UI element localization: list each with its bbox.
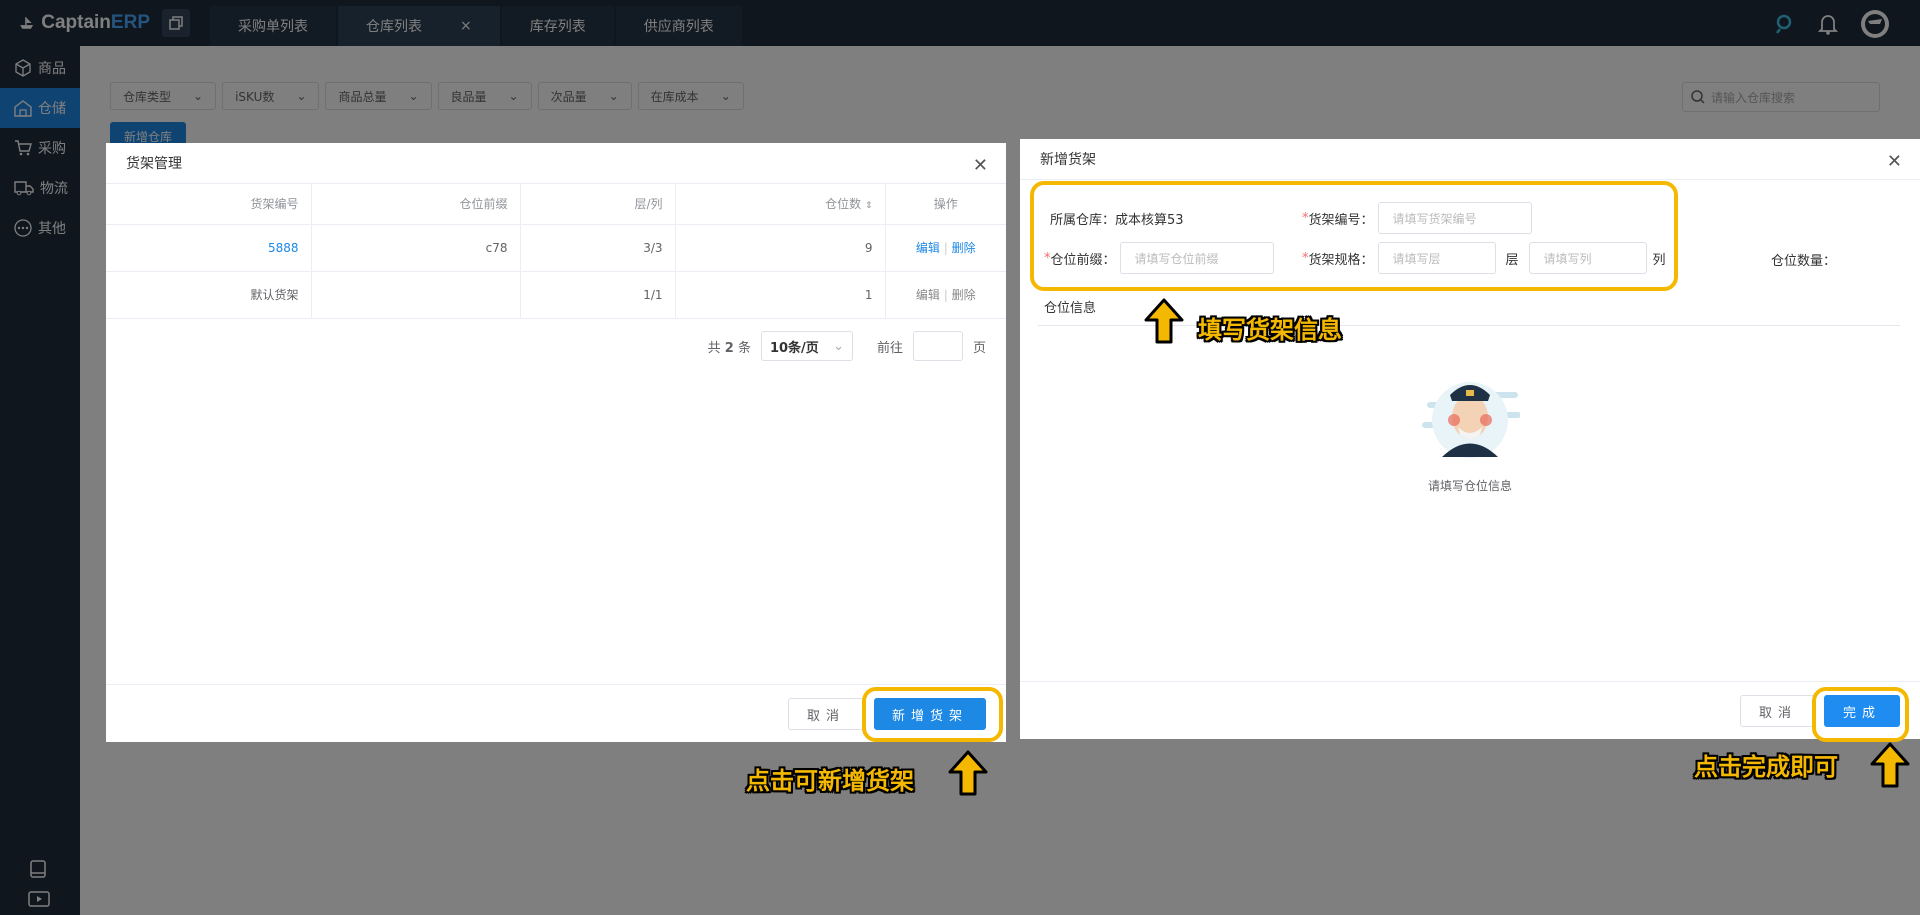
chevron-down-icon: ⌄ bbox=[833, 338, 844, 354]
dialog-title: 货架管理 bbox=[126, 156, 182, 172]
pagination: 共 2 条 10条/页 ⌄ 前往 页 bbox=[708, 331, 986, 361]
captain-illustration bbox=[1422, 382, 1520, 458]
close-icon[interactable]: ✕ bbox=[973, 155, 988, 176]
cancel-button[interactable]: 取消 bbox=[788, 698, 864, 730]
page-size-select[interactable]: 10条/页 ⌄ bbox=[760, 331, 853, 361]
col-shelf-code: 货架编号 bbox=[106, 184, 312, 225]
empty-state-text: 请填写仓位信息 bbox=[1427, 479, 1512, 493]
delete-link[interactable]: 删除 bbox=[952, 241, 976, 255]
dialog-footer: 取消 完成 bbox=[1020, 681, 1920, 739]
slot-count-field: 仓位数量： bbox=[1771, 254, 1837, 269]
annotation-click-add: 点击可新增货架 bbox=[746, 767, 914, 795]
shelf-management-dialog: 货架管理 ✕ 货架编号 仓位前缀 层/列 仓位数 ⇕ 操作 5888 c78 3… bbox=[106, 143, 1006, 742]
dialog-header: 新增货架 ✕ bbox=[1020, 139, 1920, 180]
annotation-click-done: 点击完成即可 bbox=[1694, 753, 1838, 781]
shelf-code-link[interactable]: 5888 bbox=[268, 241, 299, 255]
edit-link[interactable]: 编辑 bbox=[916, 241, 940, 255]
close-icon[interactable]: ✕ bbox=[1887, 151, 1902, 172]
shelf-table: 货架编号 仓位前缀 层/列 仓位数 ⇕ 操作 5888 c78 3/3 9 编辑… bbox=[106, 184, 1006, 319]
dialog-title: 新增货架 bbox=[1040, 152, 1096, 168]
col-actions: 操作 bbox=[885, 184, 1006, 225]
delete-link-disabled: 删除 bbox=[951, 288, 976, 302]
annotation-fill-info: 填写货架信息 bbox=[1198, 316, 1342, 344]
arrow-up-icon bbox=[948, 750, 988, 796]
table-row: 5888 c78 3/3 9 编辑 | 删除 bbox=[106, 224, 1006, 272]
col-slots[interactable]: 仓位数 ⇕ bbox=[675, 184, 886, 225]
col-prefix: 仓位前缀 bbox=[311, 184, 521, 225]
arrow-up-icon bbox=[1870, 742, 1910, 788]
sort-icon[interactable]: ⇕ bbox=[865, 201, 873, 211]
highlight-add-shelf bbox=[862, 687, 1003, 742]
table-row: 默认货架 1/1 1 编辑 | 删除 bbox=[106, 271, 1006, 319]
col-layers: 层/列 bbox=[520, 184, 676, 225]
section-title: 仓位信息 bbox=[1044, 301, 1097, 316]
dialog-header: 货架管理 ✕ bbox=[106, 143, 1006, 184]
highlight-done bbox=[1812, 687, 1909, 742]
highlight-form bbox=[1030, 181, 1678, 291]
goto-page-input[interactable] bbox=[912, 331, 963, 361]
cancel-button[interactable]: 取消 bbox=[1740, 695, 1816, 727]
arrow-up-icon bbox=[1144, 298, 1184, 344]
edit-link-disabled: 编辑 bbox=[915, 288, 940, 302]
